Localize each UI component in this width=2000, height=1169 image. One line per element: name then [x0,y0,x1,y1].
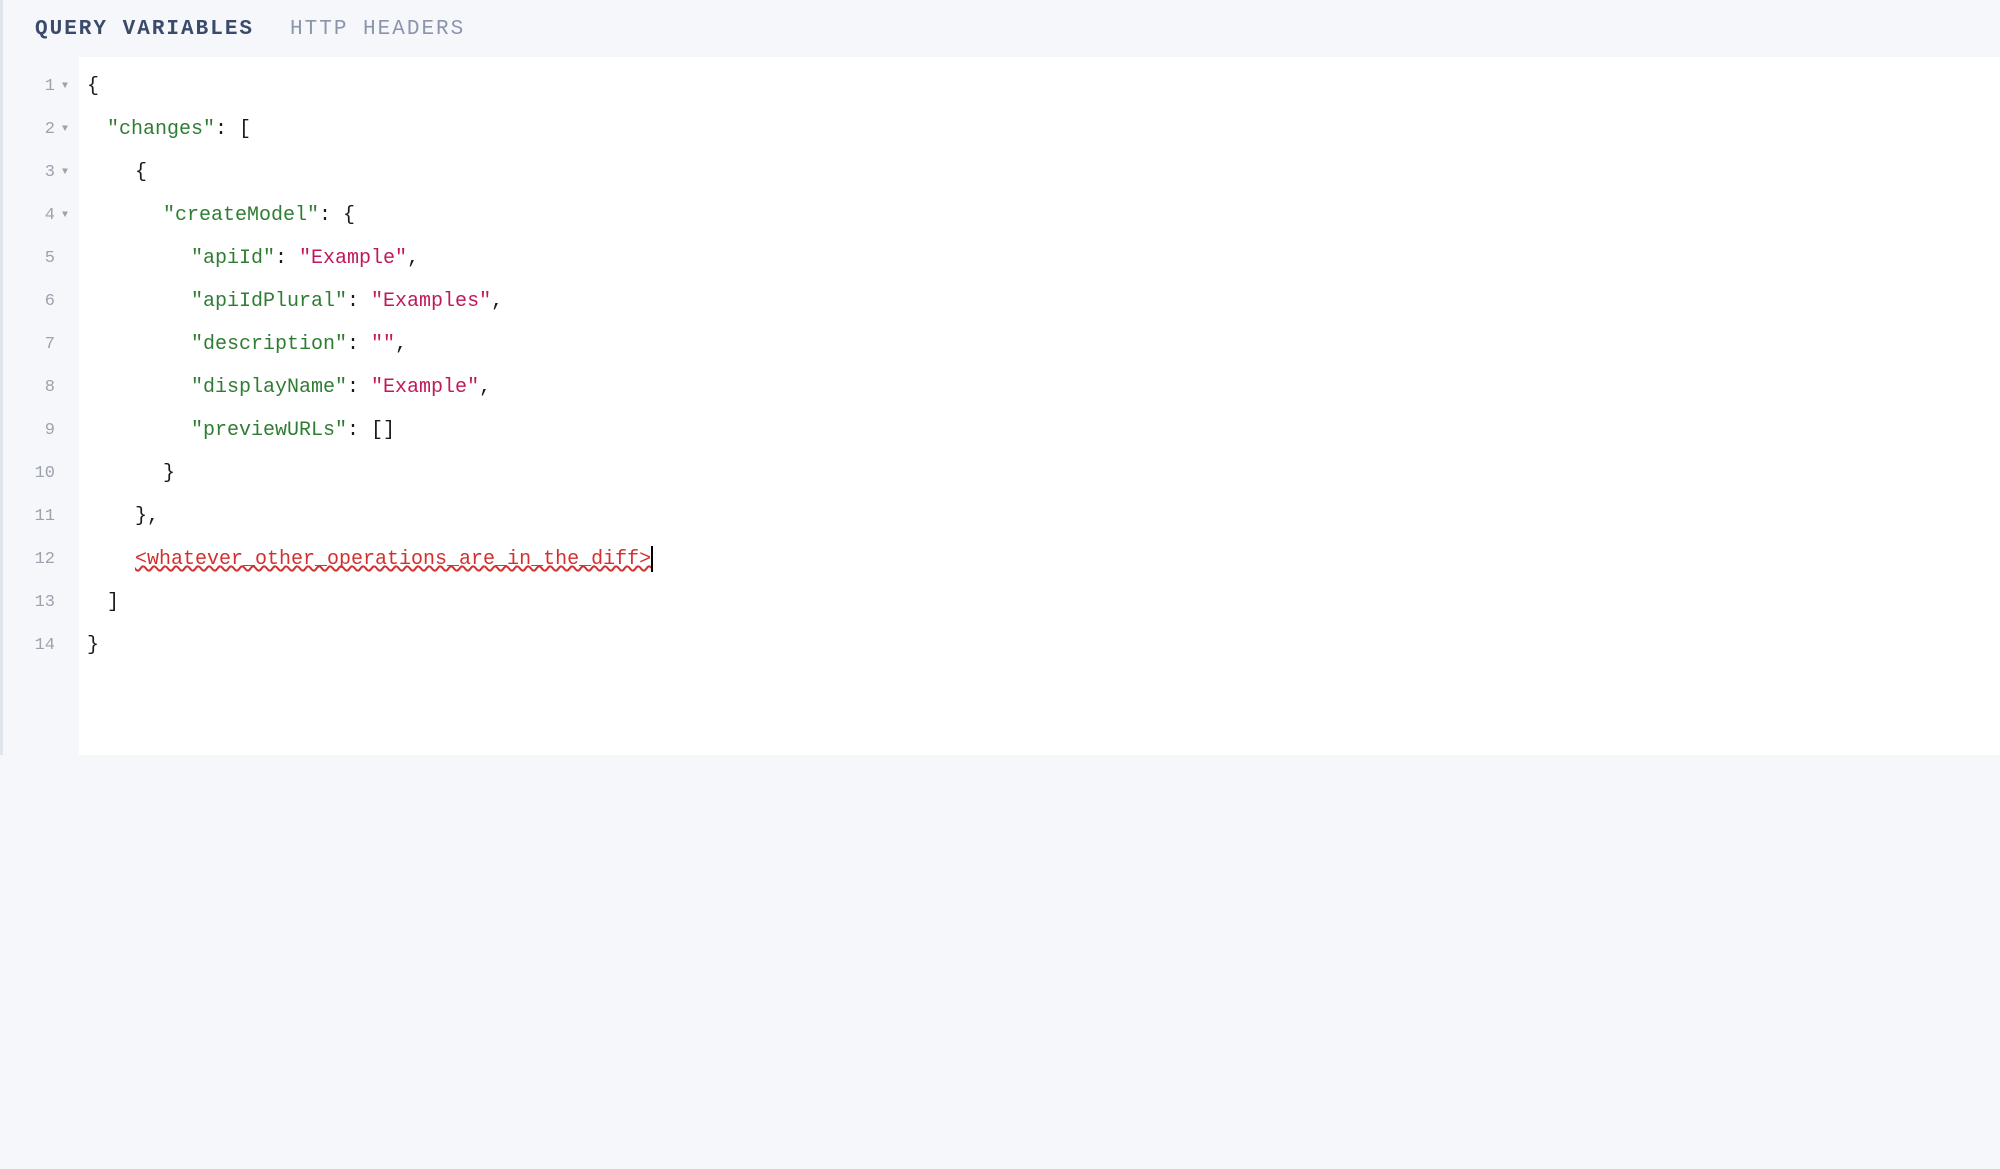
brace-open: { [87,65,99,108]
json-string: "Example" [371,366,479,409]
editor-gutter: 1 ▼ 2 ▼ 3 ▼ 4 ▼ 5 6 [3,57,79,755]
gutter-line: 11 [3,495,79,538]
json-editor[interactable]: 1 ▼ 2 ▼ 3 ▼ 4 ▼ 5 6 [0,57,2000,755]
code-line: "previewURLs": [] [79,409,2000,452]
fold-marker-icon[interactable]: ▼ [59,167,71,178]
line-number: 6 [45,292,55,311]
variables-panel: QUERY VARIABLES HTTP HEADERS 1 ▼ 2 ▼ 3 ▼… [0,0,2000,755]
line-number: 1 [45,77,55,96]
line-number: 2 [45,120,55,139]
json-key: "createModel" [163,194,319,237]
code-line: { [79,65,2000,108]
tab-http-headers[interactable]: HTTP HEADERS [290,18,465,41]
json-key: "displayName" [191,366,347,409]
colon: : [215,108,239,151]
line-number: 7 [45,335,55,354]
code-line: { [79,151,2000,194]
bracket-open: [ [239,108,251,151]
gutter-line: 10 [3,452,79,495]
fold-marker-icon[interactable]: ▼ [59,124,71,135]
gutter-line: 3 ▼ [3,151,79,194]
brace-close: } [87,624,99,667]
json-string: "Examples" [371,280,491,323]
brace-open: { [135,151,147,194]
gutter-line: 9 [3,409,79,452]
colon: : [275,237,299,280]
colon: : [347,366,371,409]
gutter-line: 6 [3,280,79,323]
code-area[interactable]: { "changes": [ { "createModel": { "apiId… [79,57,2000,755]
fold-marker-icon[interactable]: ▼ [59,210,71,221]
line-number: 4 [45,206,55,225]
panel-tabs: QUERY VARIABLES HTTP HEADERS [0,0,2000,57]
code-line: "apiId": "Example", [79,237,2000,280]
line-number: 10 [35,464,55,483]
comma: , [479,366,491,409]
code-line: <whatever_other_operations_are_in_the_di… [79,538,2000,581]
gutter-line: 13 [3,581,79,624]
line-number: 11 [35,507,55,526]
json-key: "apiIdPlural" [191,280,347,323]
json-key: "apiId" [191,237,275,280]
error-token: <whatever_other_operations_are_in_the_di… [135,538,651,581]
line-number: 3 [45,163,55,182]
code-line: "createModel": { [79,194,2000,237]
fold-marker-icon[interactable]: ▼ [59,81,71,92]
brace-open: { [343,194,355,237]
line-number: 8 [45,378,55,397]
gutter-line: 2 ▼ [3,108,79,151]
gutter-line: 7 [3,323,79,366]
json-string: "" [371,323,395,366]
colon: : [347,323,371,366]
json-key: "changes" [107,108,215,151]
json-key: "description" [191,323,347,366]
code-line: "displayName": "Example", [79,366,2000,409]
comma: , [491,280,503,323]
tab-query-variables[interactable]: QUERY VARIABLES [35,18,254,41]
code-line: } [79,624,2000,667]
json-string: "Example" [299,237,407,280]
gutter-line: 1 ▼ [3,65,79,108]
bracket-empty: [] [371,409,395,452]
gutter-line: 14 [3,624,79,667]
comma: , [407,237,419,280]
code-line: ] [79,581,2000,624]
code-line: "description": "", [79,323,2000,366]
line-number: 9 [45,421,55,440]
line-number: 12 [35,550,55,569]
comma: , [147,495,159,538]
brace-close: } [163,452,175,495]
comma: , [395,323,407,366]
colon: : [319,194,343,237]
bracket-close: ] [107,581,119,624]
gutter-line: 8 [3,366,79,409]
colon: : [347,409,371,452]
colon: : [347,280,371,323]
json-key: "previewURLs" [191,409,347,452]
gutter-line: 4 ▼ [3,194,79,237]
editor-padding [79,667,2000,747]
line-number: 13 [35,593,55,612]
gutter-line: 12 [3,538,79,581]
code-line: "apiIdPlural": "Examples", [79,280,2000,323]
line-number: 5 [45,249,55,268]
code-line: }, [79,495,2000,538]
line-number: 14 [35,636,55,655]
code-line: } [79,452,2000,495]
brace-close: } [135,495,147,538]
gutter-line: 5 [3,237,79,280]
text-cursor [651,546,653,572]
code-line: "changes": [ [79,108,2000,151]
